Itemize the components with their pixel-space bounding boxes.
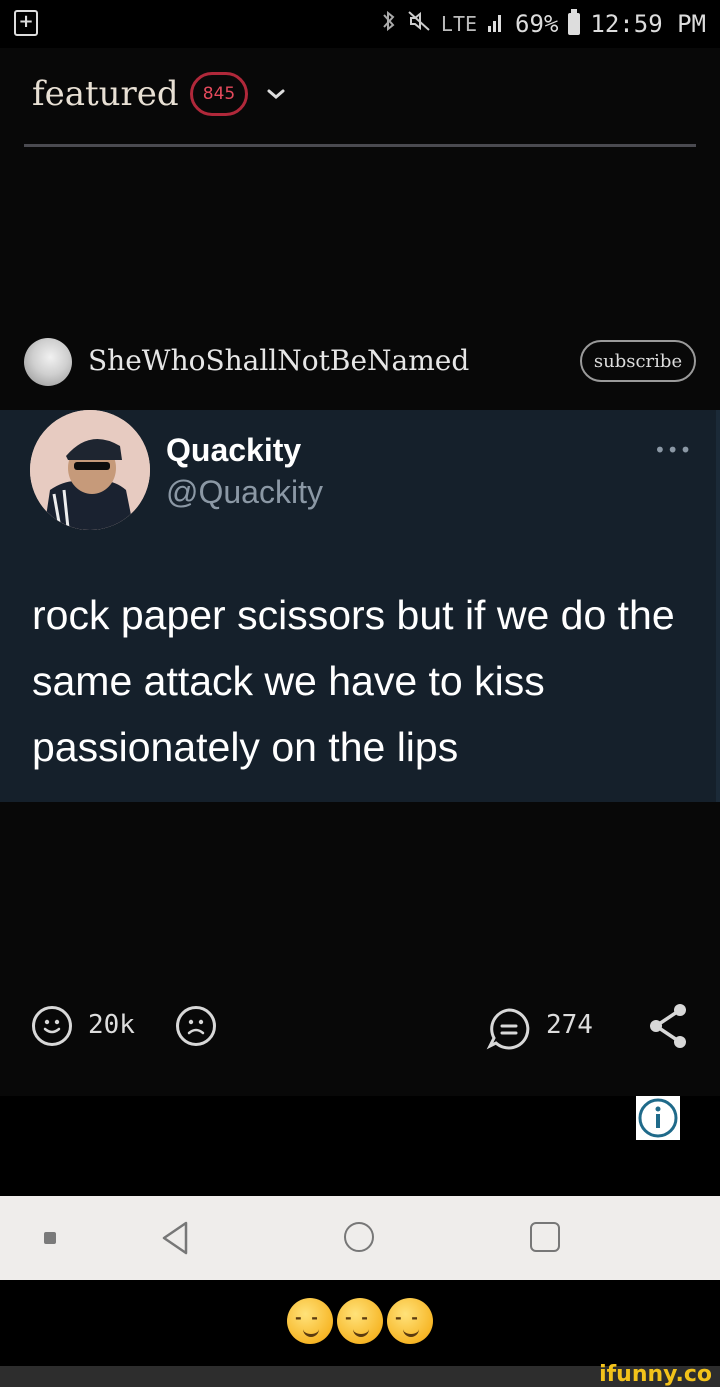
featured-count-badge: 845 bbox=[190, 72, 248, 116]
post-image-tweet[interactable]: Quackity @Quackity ••• rock paper scisso… bbox=[0, 410, 720, 802]
share-icon[interactable] bbox=[646, 1002, 690, 1054]
unsmile-icon[interactable] bbox=[176, 1006, 216, 1046]
smirking-face-icon bbox=[337, 1298, 383, 1344]
status-bar: + LTE 69% 12:59 PM bbox=[0, 0, 720, 48]
ifunny-watermark: ifunny.co bbox=[599, 1362, 712, 1387]
caption-emojis bbox=[0, 1296, 720, 1344]
system-nav-bar bbox=[0, 1196, 720, 1280]
tweet-author-name: Quackity bbox=[166, 432, 302, 468]
comment-count: 274 bbox=[546, 1010, 593, 1040]
feed-header: featured 845 bbox=[0, 48, 720, 178]
recent-apps-icon[interactable] bbox=[530, 1222, 560, 1252]
feed-title[interactable]: featured bbox=[32, 74, 179, 114]
battery-icon bbox=[568, 9, 581, 35]
back-icon[interactable] bbox=[158, 1218, 192, 1262]
nav-indicator-icon bbox=[44, 1232, 56, 1244]
tweet-avatar bbox=[30, 410, 150, 530]
info-icon[interactable] bbox=[636, 1096, 680, 1140]
tweet-text: rock paper scissors but if we do the sam… bbox=[32, 592, 675, 770]
add-notification-icon: + bbox=[14, 10, 38, 36]
ad-banner bbox=[0, 1096, 720, 1196]
smirking-face-icon bbox=[387, 1298, 433, 1344]
post-author-row: SheWhoShallNotBeNamed subscribe bbox=[24, 338, 696, 390]
bluetooth-icon bbox=[381, 9, 397, 39]
author-name[interactable]: SheWhoShallNotBeNamed bbox=[88, 344, 469, 377]
comment-icon[interactable] bbox=[486, 1006, 532, 1056]
author-avatar[interactable] bbox=[24, 338, 72, 386]
tweet-author-handle: @Quackity bbox=[166, 474, 323, 510]
header-divider bbox=[24, 144, 696, 147]
post-actions: 20k 274 bbox=[0, 990, 720, 1062]
chevron-down-icon[interactable] bbox=[266, 82, 286, 106]
home-icon[interactable] bbox=[344, 1222, 374, 1252]
mute-icon bbox=[407, 9, 431, 39]
network-label: LTE bbox=[440, 12, 478, 36]
smile-count: 20k bbox=[88, 1010, 135, 1040]
status-icons: LTE 69% 12:59 PM bbox=[381, 6, 706, 42]
battery-percent: 69% bbox=[515, 10, 559, 38]
signal-icon bbox=[487, 10, 505, 38]
more-options-icon: ••• bbox=[654, 438, 693, 462]
subscribe-button[interactable]: subscribe bbox=[580, 340, 696, 382]
clock: 12:59 PM bbox=[590, 10, 706, 38]
smile-icon[interactable] bbox=[32, 1006, 72, 1046]
smirking-face-icon bbox=[287, 1298, 333, 1344]
